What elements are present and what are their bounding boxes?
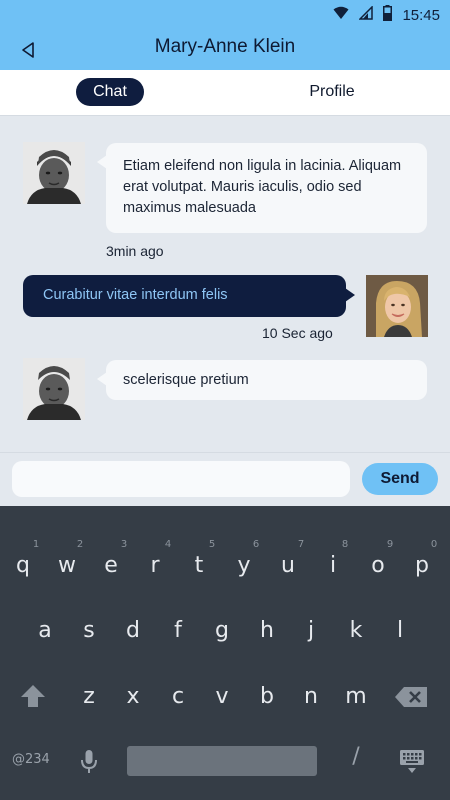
key-hint: 9 [386, 539, 394, 550]
key-i[interactable]: i [315, 553, 351, 578]
key-n[interactable]: n [293, 684, 329, 709]
key-hint: 5 [208, 539, 216, 550]
keyboard-hide-key[interactable] [399, 749, 425, 780]
header: Mary-Anne Klein [0, 30, 450, 70]
cellular-signal-icon [358, 4, 374, 25]
key-s[interactable]: s [71, 618, 107, 643]
message-bubble-outgoing[interactable]: Curabitur vitae interdum felis [23, 275, 346, 317]
backspace-key[interactable] [394, 686, 428, 713]
key-f[interactable]: f [160, 618, 196, 643]
battery-icon [383, 4, 393, 26]
key-hint: 3 [120, 539, 128, 550]
tab-profile[interactable]: Profile [296, 78, 368, 106]
key-h[interactable]: h [249, 618, 285, 643]
chat-area[interactable]: Etiam eleifend non ligula in lacinia. Al… [0, 117, 450, 452]
key-a[interactable]: a [27, 618, 63, 643]
message-bubble-incoming[interactable]: scelerisque pretium [106, 360, 427, 400]
key-m[interactable]: m [338, 684, 374, 709]
message-composer: Send [0, 452, 450, 506]
key-hint: 6 [252, 539, 260, 550]
key-z[interactable]: z [71, 684, 107, 709]
tab-chat[interactable]: Chat [76, 78, 144, 106]
key-p[interactable]: p [404, 553, 440, 578]
send-button[interactable]: Send [362, 463, 438, 495]
key-hint: 0 [430, 539, 438, 550]
status-bar: 15:45 [0, 0, 450, 30]
wifi-icon [333, 6, 349, 25]
key-q[interactable]: q [5, 553, 41, 578]
keyboard: 1 2 3 4 5 6 7 8 9 0 q w e r t y u i o p … [0, 506, 450, 800]
key-o[interactable]: o [360, 553, 396, 578]
avatar[interactable] [366, 275, 428, 337]
key-hint: 2 [76, 539, 84, 550]
key-r[interactable]: r [137, 553, 173, 578]
key-slash[interactable]: / [338, 744, 374, 769]
key-l[interactable]: l [382, 618, 418, 643]
keyboard-hide-icon [400, 750, 424, 773]
key-x[interactable]: x [115, 684, 151, 709]
key-v[interactable]: v [204, 684, 240, 709]
space-bar[interactable] [127, 746, 317, 776]
message-text: scelerisque pretium [123, 372, 249, 388]
key-e[interactable]: e [93, 553, 129, 578]
message-timestamp: 10 Sec ago [262, 325, 333, 341]
key-y[interactable]: y [226, 553, 262, 578]
avatar[interactable] [23, 142, 85, 204]
key-k[interactable]: k [338, 618, 374, 643]
microphone-icon [81, 750, 97, 773]
key-c[interactable]: c [160, 684, 196, 709]
status-icons: 15:45 [333, 4, 440, 26]
tab-bar: Chat Profile [0, 70, 450, 116]
key-g[interactable]: g [204, 618, 240, 643]
key-t[interactable]: t [181, 553, 217, 578]
key-u[interactable]: u [270, 553, 306, 578]
page-title: Mary-Anne Klein [154, 36, 296, 57]
backspace-icon [395, 687, 427, 707]
key-hint: 8 [341, 539, 349, 550]
avatar[interactable] [23, 358, 85, 420]
message-input[interactable] [12, 461, 350, 497]
key-d[interactable]: d [115, 618, 151, 643]
key-w[interactable]: w [49, 553, 85, 578]
message-timestamp: 3min ago [106, 243, 164, 259]
shift-key[interactable] [20, 684, 46, 713]
symbols-key[interactable]: @234 [12, 752, 50, 767]
key-hint: 7 [297, 539, 305, 550]
shift-icon [21, 685, 45, 707]
message-text: Curabitur vitae interdum felis [43, 287, 228, 303]
key-b[interactable]: b [249, 684, 285, 709]
bubble-tail [97, 372, 107, 386]
key-j[interactable]: j [293, 618, 329, 643]
message-text: Etiam eleifend non ligula in lacinia. Al… [123, 158, 402, 216]
bubble-tail [345, 288, 355, 302]
key-hint: 4 [164, 539, 172, 550]
microphone-key[interactable] [80, 749, 98, 780]
status-time: 15:45 [402, 6, 440, 24]
message-bubble-incoming[interactable]: Etiam eleifend non ligula in lacinia. Al… [106, 143, 427, 233]
key-hint: 1 [32, 539, 40, 550]
bubble-tail [97, 155, 107, 169]
